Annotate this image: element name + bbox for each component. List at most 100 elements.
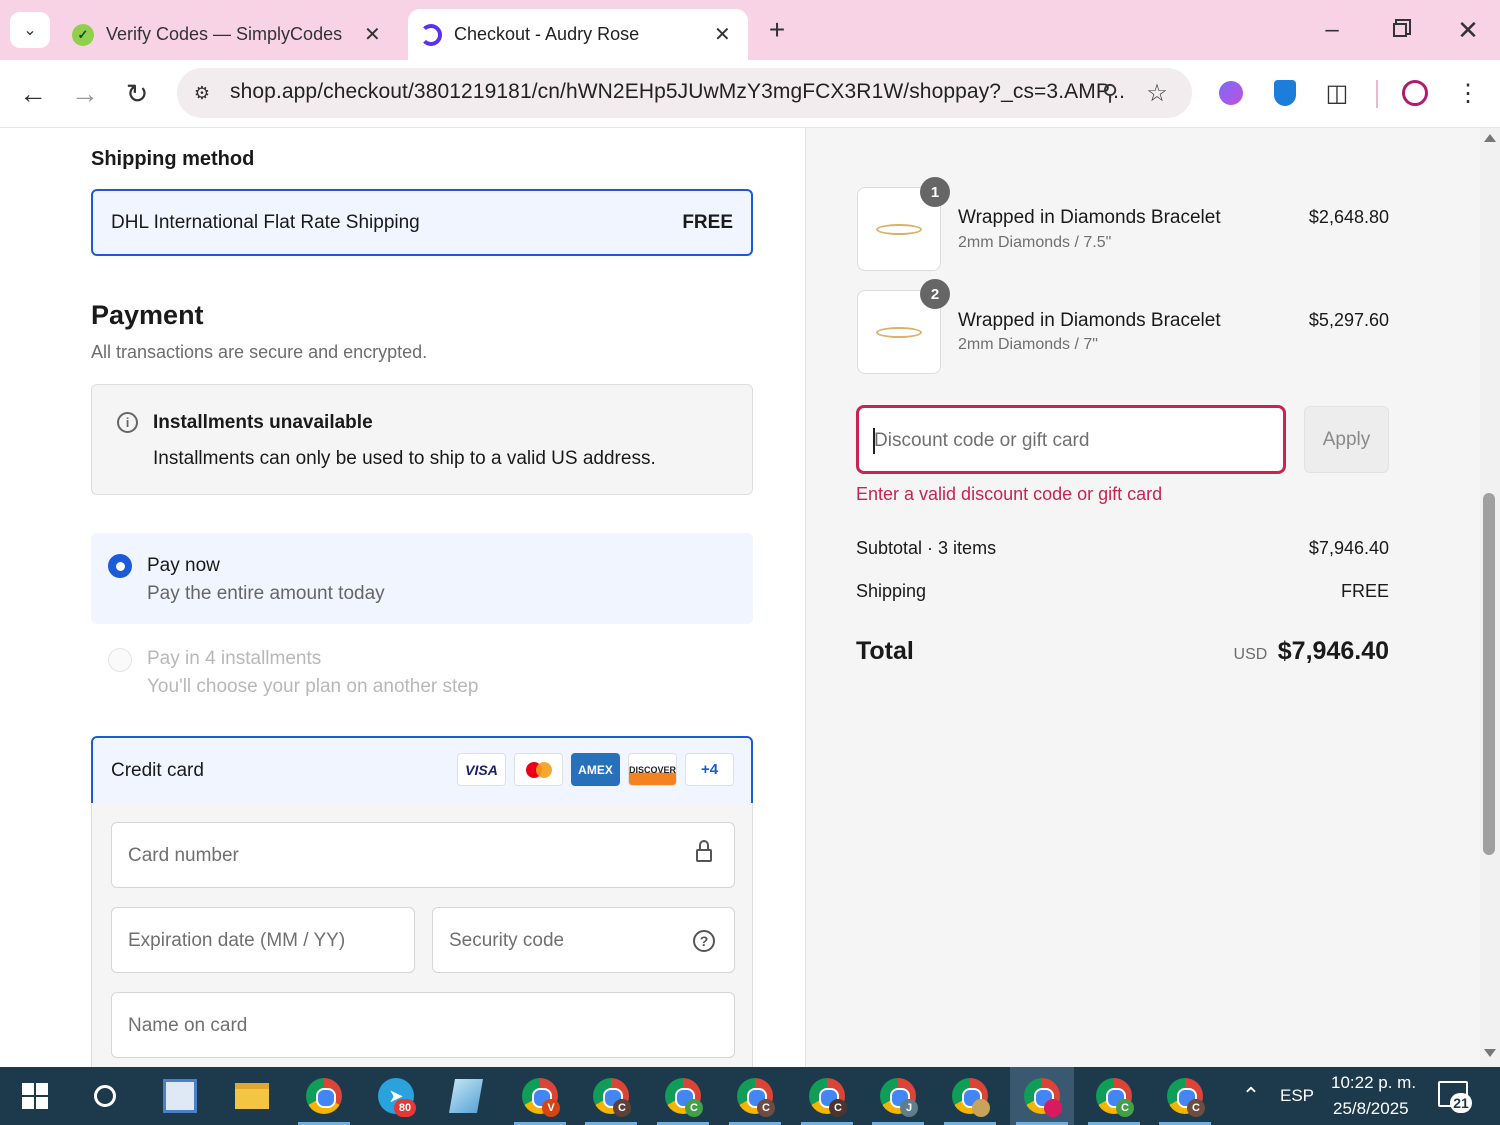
tab-title: Verify Codes — SimplyCodes — [106, 24, 343, 44]
chrome-profile-icon[interactable]: C — [723, 1067, 787, 1125]
close-tab-icon[interactable]: ✕ — [364, 22, 381, 47]
restore-icon[interactable] — [1378, 10, 1422, 50]
chrome-profile-icon[interactable]: C — [1082, 1067, 1146, 1125]
subtotal-label: Subtotal · 3 items — [856, 538, 997, 558]
installments-option: Pay in 4 installments You'll choose your… — [91, 636, 753, 708]
radio-selected[interactable] — [108, 554, 132, 578]
mastercard-icon — [514, 753, 563, 786]
radio-disabled — [108, 648, 132, 672]
shield-extension-icon[interactable] — [1268, 76, 1302, 110]
extension-icon[interactable] — [1214, 76, 1248, 110]
chrome-profile-icon[interactable]: J — [866, 1067, 930, 1125]
chrome-active-profile-icon[interactable] — [1010, 1067, 1074, 1125]
clock-date[interactable]: 25/8/2025 — [1333, 1099, 1409, 1119]
page-scrollbar[interactable] — [1480, 128, 1500, 1067]
zoom-search-icon[interactable]: ⚲ — [1095, 78, 1125, 108]
chrome-profile-icon[interactable]: C — [651, 1067, 715, 1125]
chrome-profile-icon[interactable]: V — [508, 1067, 572, 1125]
show-hidden-icons-chevron-icon[interactable]: ⌃ — [1238, 1083, 1264, 1109]
credit-card-option[interactable]: Credit card VISA AMEX DISCOVER +4 — [91, 736, 753, 805]
discount-placeholder: Discount code or gift card — [874, 430, 1090, 451]
scroll-up-arrow-icon[interactable] — [1484, 134, 1496, 142]
toolbar-divider — [1376, 80, 1378, 108]
pay-now-title: Pay now — [147, 555, 220, 576]
total-label: Total — [856, 637, 914, 665]
notification-count: 21 — [1450, 1093, 1472, 1113]
order-summary: 1 Wrapped in Diamonds Bracelet 2mm Diamo… — [805, 128, 1480, 1067]
apply-label: Apply — [1322, 428, 1371, 450]
notice-text: Installments can only be used to ship to… — [153, 448, 656, 469]
lock-icon — [696, 840, 712, 862]
tab-strip: ⌄ ✓ Verify Codes — SimplyCodes ✕ Checkou… — [0, 0, 1500, 60]
profile-avatar-icon[interactable] — [1398, 76, 1432, 110]
shipping-method-name: DHL International Flat Rate Shipping — [111, 212, 420, 233]
url-text[interactable]: shop.app/checkout/3801219181/cn/hWN2EHp5… — [230, 80, 1125, 104]
help-question-icon[interactable]: ? — [693, 930, 715, 952]
bookmark-star-icon[interactable]: ☆ — [1142, 78, 1172, 108]
tab-title: Checkout - Audry Rose — [454, 24, 640, 44]
pay-now-subtitle: Pay the entire amount today — [147, 583, 385, 604]
notifications-icon[interactable]: 21 — [1438, 1081, 1472, 1113]
discount-code-input[interactable]: Discount code or gift card — [856, 405, 1286, 474]
discover-icon: DISCOVER — [628, 753, 677, 786]
simplycodes-favicon-icon: ✓ — [72, 23, 94, 46]
total-amount: USD $7,946.40 — [1234, 637, 1389, 666]
product-price: $5,297.60 — [1308, 310, 1389, 330]
address-bar[interactable]: ⚙ shop.app/checkout/3801219181/cn/hWN2EH… — [177, 68, 1192, 118]
reload-icon[interactable]: ↻ — [116, 74, 158, 114]
installments-notice: i Installments unavailable Installments … — [91, 384, 753, 495]
site-info-icon[interactable]: ⚙ — [189, 80, 215, 106]
chrome-profile-icon[interactable] — [938, 1067, 1002, 1125]
forward-icon[interactable]: → — [64, 74, 106, 114]
name-on-card-placeholder: Name on card — [128, 1015, 248, 1036]
chrome-profile-icon[interactable]: C — [1153, 1067, 1217, 1125]
card-number-field[interactable]: Card number — [111, 822, 735, 888]
pay-now-option[interactable]: Pay now Pay the entire amount today — [91, 533, 753, 624]
notice-title: Installments unavailable — [153, 412, 373, 433]
cortana-search-icon[interactable] — [73, 1067, 137, 1125]
new-tab-icon[interactable]: + — [760, 12, 794, 48]
telegram-icon[interactable]: ➤ 80 — [364, 1067, 428, 1125]
browser-menu-icon[interactable]: ⋮ — [1452, 76, 1484, 110]
task-view-app-icon[interactable] — [148, 1067, 212, 1125]
product-name: Wrapped in Diamonds Bracelet — [958, 207, 1221, 228]
start-windows-icon[interactable] — [3, 1067, 67, 1125]
file-explorer-icon[interactable] — [220, 1067, 284, 1125]
payment-subtitle: All transactions are secure and encrypte… — [91, 342, 428, 362]
extensions-puzzle-icon[interactable]: ◫ — [1320, 76, 1354, 110]
chrome-profile-icon[interactable] — [292, 1067, 356, 1125]
shipping-price: FREE — [682, 212, 733, 233]
security-code-field[interactable]: Security code ? — [432, 907, 735, 973]
back-icon[interactable]: ← — [12, 74, 54, 114]
tab-checkout[interactable]: Checkout - Audry Rose ✕ — [408, 9, 748, 60]
installments-subtitle: You'll choose your plan on another step — [147, 676, 479, 697]
toolbar: ← → ↻ ⚙ shop.app/checkout/3801219181/cn/… — [0, 60, 1500, 128]
telegram-unread-badge: 80 — [394, 1099, 416, 1117]
currency-code: USD — [1233, 646, 1268, 663]
scroll-down-arrow-icon[interactable] — [1484, 1049, 1496, 1057]
checkout-form: Shipping method DHL International Flat R… — [0, 128, 805, 1067]
expiration-date-field[interactable]: Expiration date (MM / YY) — [111, 907, 415, 973]
quantity-badge: 1 — [920, 177, 950, 207]
chrome-profile-icon[interactable]: C — [579, 1067, 643, 1125]
minimize-icon[interactable]: – — [1310, 10, 1354, 50]
credit-card-label: Credit card — [111, 760, 204, 781]
apply-button[interactable]: Apply — [1304, 406, 1389, 473]
input-language[interactable]: ESP — [1280, 1086, 1314, 1106]
security-code-placeholder: Security code — [449, 930, 565, 951]
clock-time[interactable]: 10:22 p. m. — [1331, 1073, 1416, 1093]
close-window-icon[interactable]: ✕ — [1446, 10, 1490, 50]
scrollbar-thumb[interactable] — [1483, 493, 1495, 855]
info-icon: i — [117, 412, 138, 433]
notepad-app-icon[interactable] — [434, 1067, 498, 1125]
tab-simplycodes[interactable]: ✓ Verify Codes — SimplyCodes ✕ — [62, 9, 402, 60]
shipping-option[interactable]: DHL International Flat Rate Shipping FRE… — [91, 189, 753, 256]
total-value: $7,946.40 — [1277, 637, 1389, 665]
chrome-profile-icon[interactable]: C — [795, 1067, 859, 1125]
name-on-card-field[interactable]: Name on card — [111, 992, 735, 1058]
more-cards-badge: +4 — [685, 753, 734, 786]
shipping-label: Shipping — [856, 581, 927, 601]
close-tab-icon[interactable]: ✕ — [714, 22, 731, 47]
payment-heading: Payment — [91, 300, 204, 330]
tab-search-chevron-icon[interactable]: ⌄ — [10, 12, 50, 48]
